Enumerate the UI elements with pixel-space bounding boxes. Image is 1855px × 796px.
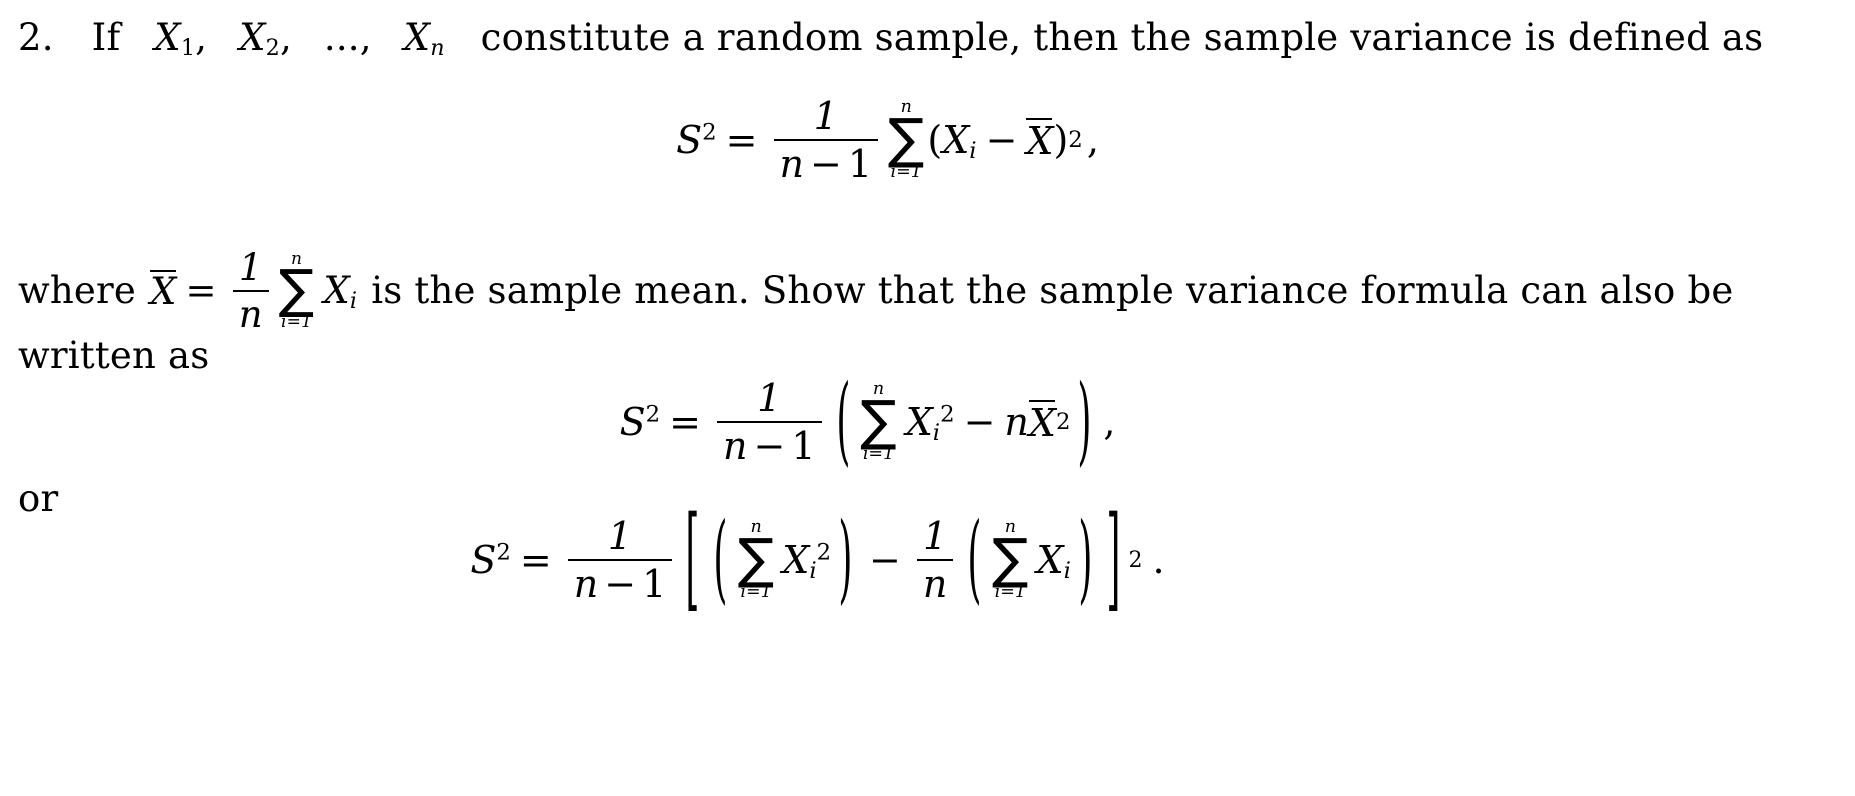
equation-definition: S2 = 1 n −1 n ∑ i=1 ( Xi − X ) 2 , [676,94,1099,186]
eq3-open-paren-2: ( [967,502,982,615]
eq2-term: Xi2 [905,400,955,447]
eq2-sample-mean: X [1028,400,1056,445]
sample-mean-symbol: X [149,269,177,313]
eq3-close-paren-1: ) [838,502,853,615]
eq3-frac-denominator: n −1 [573,562,667,606]
statement-lead: If [91,16,121,59]
summation-icon: ∑ [992,527,1029,591]
mean-fraction: 1 n [232,246,269,336]
eq2-fraction: 1 n −1 [717,378,822,466]
document-page: 2. If X1, X2, ..., Xn constitute a rando… [0,0,1855,796]
eq1-term: Xi [942,118,977,165]
eq1-punctuation: , [1086,118,1099,162]
eq1-frac-denominator: n −1 [779,142,873,186]
eq3-punctuation: . [1152,538,1165,582]
eq3-open-paren-1: ( [713,502,728,615]
ellipsis: ..., [323,16,372,59]
variable-x2: X2 [239,16,280,61]
eq1-fraction: 1 n −1 [773,94,879,186]
comma-1: , [195,16,208,59]
eq1-lhs: S2 [676,118,717,162]
eq1-close-paren: ) [1053,118,1069,162]
or-line: or [18,477,59,520]
problem-statement-line: 2. If X1, X2, ..., Xn constitute a rando… [18,16,1764,61]
mean-frac-bar [232,290,269,292]
mean-summation: n ∑ i=1 [278,250,315,333]
eq2-summation: n ∑ i=1 [860,380,897,464]
eq1-frac-bar [773,139,879,141]
eq3-inner-frac-bar [916,559,954,561]
variable-xn: Xn [403,16,445,61]
eq3-lhs: S2 [470,538,511,582]
eq3-inner-fraction: 1 n [916,514,954,606]
eq3-outer-exponent: 2 [1128,547,1143,573]
written-as-line: written as [18,334,210,377]
mean-term: Xi [323,268,358,314]
eq2-frac-numerator: 1 [757,376,782,420]
eq2-open-paren: ( [835,364,850,477]
variable-x1: X1 [154,16,196,61]
summation-icon: ∑ [737,527,775,591]
summation-icon: ∑ [860,389,897,453]
eq3-sum1-lower-limit: i=1 [740,581,772,602]
eq1-sum-lower-limit: i=1 [890,161,922,182]
eq3-summation-1: n ∑ i=1 [737,518,775,602]
eq1-open-paren: ( [927,118,943,162]
comma-2: , [279,16,292,59]
eq3-equals: = [519,538,552,582]
where-prefix: where [18,268,136,312]
eq2-sum-lower-limit: i=1 [862,443,895,464]
statement-tail: constitute a random sample, then the sam… [480,16,1764,59]
summation-icon: ∑ [888,107,925,171]
eq2-minus: − [963,400,996,444]
eq2-lhs: S2 [619,400,661,444]
eq2-frac-bar [717,421,822,423]
eq1-minus: − [985,118,1018,162]
equation-expanded: S2 = 1 n −1 ( n ∑ i=1 Xi2 − n X2 ) , [619,364,1116,477]
eq3-inner-frac-denominator: n [922,562,948,606]
eq1-equals: = [725,118,758,162]
eq3-fraction: 1 n −1 [567,514,673,606]
eq2-punctuation: , [1103,400,1116,444]
where-equals: = [185,268,217,312]
eq2-frac-denominator: n −1 [723,424,816,468]
eq3-minus: − [868,538,901,582]
mean-sum-lower-limit: i=1 [281,312,313,333]
summation-icon: ∑ [278,258,315,320]
eq3-frac-bar [567,559,673,561]
where-tail: is the sample mean. Show that the sample… [371,268,1734,312]
problem-number: 2. [18,16,54,59]
eq3-inner-frac-numerator: 1 [922,514,948,558]
eq3-frac-numerator: 1 [607,514,633,558]
eq1-summation: n ∑ i=1 [888,98,925,182]
eq3-term-1: Xi2 [782,538,832,585]
eq3-summation-2: n ∑ i=1 [992,518,1029,602]
eq2-close-paren: ) [1077,364,1092,477]
eq3-term-2: Xi [1036,538,1071,585]
eq3-open-bracket: [ [685,492,700,623]
eq3-sum2-lower-limit: i=1 [994,581,1026,602]
eq2-equals: = [669,400,701,444]
eq3-close-paren-2: ) [1078,502,1093,615]
equation-bracket: S2 = 1 n −1 [ ( n ∑ i=1 Xi2 ) − 1 n (n … [0,501,1855,615]
eq1-sample-mean: X [1026,118,1054,163]
eq2-coefficient: n [1004,400,1029,444]
eq1-frac-numerator: 1 [813,94,838,138]
where-line: where X = 1 n n ∑ i=1 Xi is the sample m… [18,248,1733,334]
mean-frac-denominator: n [238,293,263,336]
eq3-close-bracket: ] [1106,492,1121,623]
mean-frac-numerator: 1 [238,246,263,289]
